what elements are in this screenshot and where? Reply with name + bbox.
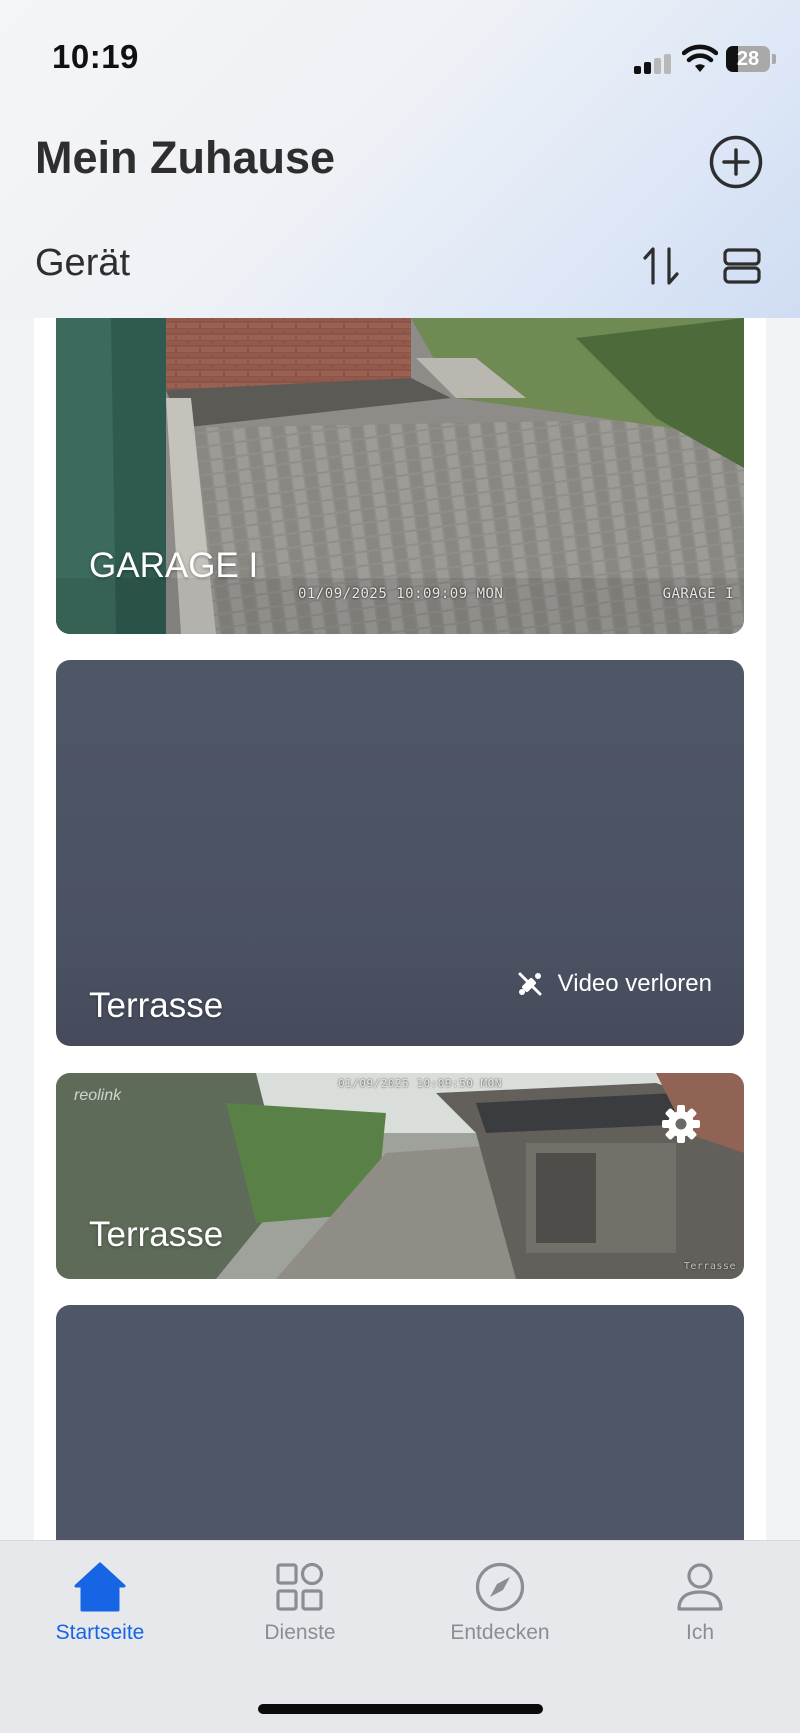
settings-gear-icon[interactable] [660, 1103, 702, 1145]
tab-entdecken[interactable]: Entdecken [400, 1561, 600, 1671]
grid-icon [276, 1562, 324, 1611]
status-bar: 10:19 28 [0, 0, 800, 110]
sort-icon[interactable] [642, 245, 680, 287]
device-list[interactable]: GARAGE I 01/09/2025 10:09:09 MON GARAGE … [34, 318, 766, 1540]
page-title: Mein Zuhause [35, 132, 336, 183]
video-lost-status: Video verloren [516, 970, 712, 998]
home-icon [74, 1562, 126, 1612]
camera-card-terrasse[interactable]: reolink 01/09/2025 10:09:50 MON Terrasse… [56, 1073, 744, 1279]
tab-label: Dienste [264, 1621, 336, 1644]
section-title: Gerät [35, 242, 131, 284]
camera-brand-watermark: reolink [74, 1087, 122, 1104]
camera-card-terrasse-offline[interactable]: Terrasse Video verloren [56, 660, 744, 1046]
camera-name: Terrasse [89, 986, 224, 1025]
add-device-button[interactable] [708, 134, 764, 190]
osd-timestamp: 01/09/2025 10:09:50 MON [338, 1077, 502, 1090]
tab-label: Startseite [55, 1621, 145, 1644]
camera-name: GARAGE I [89, 546, 259, 585]
camera-card-4[interactable] [56, 1305, 744, 1540]
video-lost-icon [518, 972, 542, 996]
battery-icon: 28 [726, 46, 776, 72]
tab-label: Ich [685, 1621, 714, 1644]
status-time: 10:19 [52, 38, 139, 75]
home-indicator [258, 1704, 543, 1714]
list-layout-icon[interactable] [722, 246, 762, 286]
battery-percentage: 28 [736, 48, 760, 70]
cellular-signal-icon [634, 54, 672, 74]
osd-timestamp: 01/09/2025 10:09:09 MON [298, 586, 504, 602]
tab-startseite[interactable]: Startseite [0, 1561, 200, 1671]
tab-ich[interactable]: Ich [600, 1561, 800, 1671]
video-lost-text: Video verloren [557, 970, 712, 997]
tab-label: Entdecken [450, 1621, 550, 1644]
camera-card-garage[interactable]: GARAGE I 01/09/2025 10:09:09 MON GARAGE … [56, 318, 744, 634]
wifi-icon [682, 44, 718, 72]
osd-camera-name: Terrasse [683, 1261, 736, 1272]
osd-camera-name: GARAGE I [662, 586, 734, 602]
compass-icon [475, 1562, 525, 1612]
person-icon [677, 1563, 723, 1611]
camera-name: Terrasse [89, 1215, 224, 1254]
tab-dienste[interactable]: Dienste [200, 1561, 400, 1671]
